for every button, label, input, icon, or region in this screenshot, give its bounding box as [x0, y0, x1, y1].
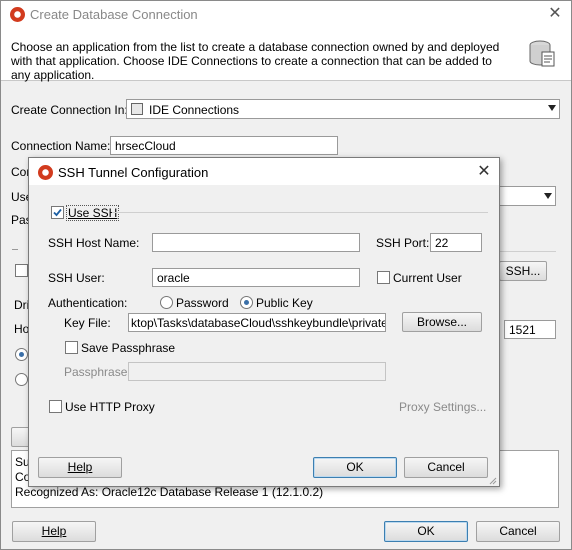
use-http-proxy-label: Use HTTP Proxy — [65, 400, 155, 414]
create-in-label: Create Connection In: — [11, 103, 128, 117]
resize-grip-icon[interactable] — [487, 474, 497, 485]
auth-password-radio[interactable] — [160, 296, 173, 309]
use-http-proxy-checkbox[interactable] — [49, 400, 62, 413]
ssh-host-input[interactable] — [152, 233, 360, 252]
current-user-label: Current User — [393, 271, 462, 285]
close-icon[interactable]: ✕ — [545, 4, 565, 24]
ssh-port-input[interactable]: 22 — [430, 233, 482, 252]
separator — [12, 249, 18, 250]
ssh-ok-button[interactable]: OK — [313, 457, 397, 478]
help-button[interactable]: Help — [12, 521, 96, 542]
window-title: Create Database Connection — [30, 7, 198, 22]
checkmark-icon — [53, 208, 62, 217]
ssh-host-label: SSH Host Name: — [48, 236, 140, 250]
browse-button[interactable]: Browse... — [402, 312, 482, 332]
ssh-user-input[interactable]: oracle — [152, 268, 360, 287]
header-description: Choose an application from the list to c… — [11, 40, 500, 82]
conn-name-label: Connection Name: — [11, 139, 111, 153]
create-in-value: IDE Connections — [149, 103, 240, 117]
background-checkbox[interactable] — [15, 264, 28, 277]
save-passphrase-checkbox[interactable] — [65, 341, 78, 354]
database-icon — [526, 38, 558, 70]
port-input[interactable]: 1521 — [504, 320, 556, 339]
status-line: Recognized As: Oracle12c Database Releas… — [15, 485, 324, 499]
background-select[interactable] — [498, 186, 556, 206]
auth-label: Authentication: — [48, 296, 128, 310]
chevron-down-icon — [544, 193, 552, 199]
separator — [112, 212, 488, 213]
passphrase-input[interactable] — [128, 362, 386, 381]
separator — [498, 251, 556, 252]
save-passphrase-label: Save Passphrase — [81, 341, 176, 355]
ok-button[interactable]: OK — [384, 521, 468, 542]
conn-name-input[interactable]: hrsecCloud — [110, 136, 338, 155]
auth-password-label: Password — [176, 296, 229, 310]
auth-public-key-radio[interactable] — [240, 296, 253, 309]
connections-icon — [131, 103, 143, 115]
auth-public-key-label: Public Key — [256, 296, 313, 310]
background-radio[interactable] — [15, 348, 28, 361]
cancel-button[interactable]: Cancel — [476, 521, 560, 542]
ssh-button[interactable]: SSH... — [499, 261, 547, 281]
key-file-label: Key File: — [64, 316, 111, 330]
ssh-user-label: SSH User: — [48, 271, 105, 285]
oracle-logo-icon — [38, 165, 53, 180]
ssh-port-label: SSH Port: — [376, 236, 430, 250]
ssh-help-button[interactable]: Help — [38, 457, 122, 478]
use-ssh-label: Use SSH — [66, 205, 120, 221]
ssh-dialog-title: SSH Tunnel Configuration — [58, 165, 209, 180]
close-icon[interactable]: ✕ — [474, 162, 494, 182]
proxy-settings-link[interactable]: Proxy Settings... — [399, 400, 486, 414]
key-file-input[interactable]: ktop\Tasks\databaseCloud\sshkeybundle\pr… — [128, 313, 386, 332]
oracle-logo-icon — [10, 7, 25, 22]
passphrase-label: Passphrase — [64, 365, 128, 379]
current-user-checkbox[interactable] — [377, 271, 390, 284]
chevron-down-icon — [548, 105, 556, 111]
use-ssh-checkbox[interactable] — [51, 206, 64, 219]
ssh-cancel-button[interactable]: Cancel — [404, 457, 488, 478]
background-radio[interactable] — [15, 373, 28, 386]
create-in-select[interactable]: IDE Connections — [126, 99, 560, 119]
